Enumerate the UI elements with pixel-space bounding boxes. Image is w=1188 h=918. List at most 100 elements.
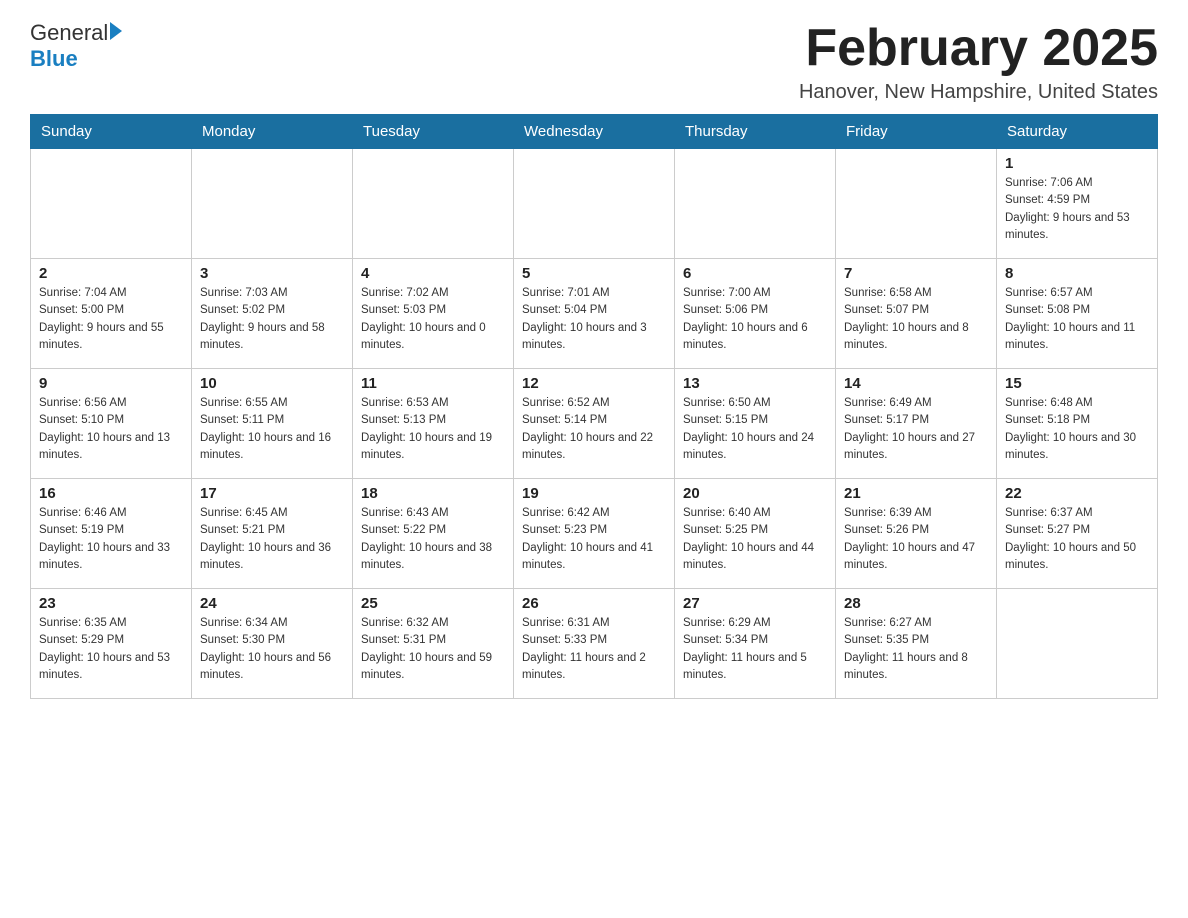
day-of-week-header: Friday bbox=[836, 115, 997, 149]
day-info: Sunrise: 6:56 AM Sunset: 5:10 PM Dayligh… bbox=[39, 395, 183, 464]
page-header: General Blue February 2025 Hanover, New … bbox=[30, 20, 1158, 104]
day-number: 13 bbox=[683, 375, 827, 392]
day-number: 19 bbox=[522, 485, 666, 502]
calendar-week-row: 2 Sunrise: 7:04 AM Sunset: 5:00 PM Daylig… bbox=[31, 259, 1158, 369]
day-number: 8 bbox=[1005, 265, 1149, 282]
calendar-week-row: 16Sunrise: 6:46 AM Sunset: 5:19 PM Dayli… bbox=[31, 479, 1158, 589]
day-info: Sunrise: 6:48 AM Sunset: 5:18 PM Dayligh… bbox=[1005, 395, 1149, 464]
day-number: 25 bbox=[361, 595, 505, 612]
calendar-day-cell: 27 Sunrise: 6:29 AM Sunset: 5:34 PM Dayli… bbox=[675, 589, 836, 699]
day-info: Sunrise: 6:29 AM Sunset: 5:34 PM Dayligh… bbox=[683, 615, 827, 684]
day-info: Sunrise: 6:53 AM Sunset: 5:13 PM Dayligh… bbox=[361, 395, 505, 464]
calendar-day-cell: 14 Sunrise: 6:49 AM Sunset: 5:17 PM Dayli… bbox=[836, 369, 997, 479]
day-info: Sunrise: 7:06 AM Sunset: 4:59 PM Dayligh… bbox=[1005, 175, 1149, 244]
calendar-day-cell bbox=[514, 149, 675, 259]
day-number: 22 bbox=[1005, 485, 1149, 502]
calendar-day-cell bbox=[675, 149, 836, 259]
calendar-day-cell: 7 Sunrise: 6:58 AM Sunset: 5:07 PM Daylig… bbox=[836, 259, 997, 369]
day-info: Sunrise: 6:58 AM Sunset: 5:07 PM Dayligh… bbox=[844, 285, 988, 354]
day-of-week-header: Wednesday bbox=[514, 115, 675, 149]
day-info: Sunrise: 7:02 AM Sunset: 5:03 PM Dayligh… bbox=[361, 285, 505, 354]
calendar-day-cell bbox=[31, 149, 192, 259]
day-number: 3 bbox=[200, 265, 344, 282]
day-number: 23 bbox=[39, 595, 183, 612]
calendar-day-cell: 8 Sunrise: 6:57 AM Sunset: 5:08 PM Daylig… bbox=[997, 259, 1158, 369]
day-info: Sunrise: 6:45 AM Sunset: 5:21 PM Dayligh… bbox=[200, 505, 344, 574]
day-number: 9 bbox=[39, 375, 183, 392]
calendar-week-row: 9 Sunrise: 6:56 AM Sunset: 5:10 PM Daylig… bbox=[31, 369, 1158, 479]
calendar-day-cell bbox=[997, 589, 1158, 699]
day-info: Sunrise: 6:40 AM Sunset: 5:25 PM Dayligh… bbox=[683, 505, 827, 574]
calendar-day-cell: 2 Sunrise: 7:04 AM Sunset: 5:00 PM Daylig… bbox=[31, 259, 192, 369]
day-info: Sunrise: 6:42 AM Sunset: 5:23 PM Dayligh… bbox=[522, 505, 666, 574]
day-info: Sunrise: 6:57 AM Sunset: 5:08 PM Dayligh… bbox=[1005, 285, 1149, 354]
calendar-day-cell: 1 Sunrise: 7:06 AM Sunset: 4:59 PM Daylig… bbox=[997, 149, 1158, 259]
calendar-day-cell: 18Sunrise: 6:43 AM Sunset: 5:22 PM Dayli… bbox=[353, 479, 514, 589]
calendar-day-cell: 19 Sunrise: 6:42 AM Sunset: 5:23 PM Dayli… bbox=[514, 479, 675, 589]
day-number: 10 bbox=[200, 375, 344, 392]
day-info: Sunrise: 6:37 AM Sunset: 5:27 PM Dayligh… bbox=[1005, 505, 1149, 574]
day-number: 26 bbox=[522, 595, 666, 612]
calendar-day-cell: 12 Sunrise: 6:52 AM Sunset: 5:14 PM Dayli… bbox=[514, 369, 675, 479]
day-number: 7 bbox=[844, 265, 988, 282]
day-number: 24 bbox=[200, 595, 344, 612]
page-title: February 2025 bbox=[799, 20, 1158, 77]
day-of-week-header: Tuesday bbox=[353, 115, 514, 149]
calendar-day-cell bbox=[192, 149, 353, 259]
calendar-day-cell: 25 Sunrise: 6:32 AM Sunset: 5:31 PM Dayli… bbox=[353, 589, 514, 699]
calendar-day-cell: 20 Sunrise: 6:40 AM Sunset: 5:25 PM Dayli… bbox=[675, 479, 836, 589]
day-number: 14 bbox=[844, 375, 988, 392]
calendar-day-cell: 17 Sunrise: 6:45 AM Sunset: 5:21 PM Dayli… bbox=[192, 479, 353, 589]
day-of-week-header: Monday bbox=[192, 115, 353, 149]
calendar-table: SundayMondayTuesdayWednesdayThursdayFrid… bbox=[30, 114, 1158, 699]
calendar-day-cell: 24 Sunrise: 6:34 AM Sunset: 5:30 PM Dayli… bbox=[192, 589, 353, 699]
day-number: 12 bbox=[522, 375, 666, 392]
day-number: 1 bbox=[1005, 155, 1149, 172]
day-number: 6 bbox=[683, 265, 827, 282]
calendar-day-cell: 5 Sunrise: 7:01 AM Sunset: 5:04 PM Daylig… bbox=[514, 259, 675, 369]
day-number: 16 bbox=[39, 485, 183, 502]
day-number: 2 bbox=[39, 265, 183, 282]
day-info: Sunrise: 7:03 AM Sunset: 5:02 PM Dayligh… bbox=[200, 285, 344, 354]
day-of-week-header: Sunday bbox=[31, 115, 192, 149]
day-number: 28 bbox=[844, 595, 988, 612]
day-number: 4 bbox=[361, 265, 505, 282]
day-number: 15 bbox=[1005, 375, 1149, 392]
page-subtitle: Hanover, New Hampshire, United States bbox=[799, 81, 1158, 104]
day-info: Sunrise: 7:01 AM Sunset: 5:04 PM Dayligh… bbox=[522, 285, 666, 354]
day-info: Sunrise: 6:32 AM Sunset: 5:31 PM Dayligh… bbox=[361, 615, 505, 684]
day-of-week-header: Thursday bbox=[675, 115, 836, 149]
day-number: 11 bbox=[361, 375, 505, 392]
day-number: 21 bbox=[844, 485, 988, 502]
logo-blue-text: Blue bbox=[30, 46, 78, 72]
day-number: 27 bbox=[683, 595, 827, 612]
logo-general-text: General bbox=[30, 20, 108, 46]
calendar-day-cell: 10Sunrise: 6:55 AM Sunset: 5:11 PM Dayli… bbox=[192, 369, 353, 479]
day-info: Sunrise: 6:34 AM Sunset: 5:30 PM Dayligh… bbox=[200, 615, 344, 684]
calendar-day-cell: 15 Sunrise: 6:48 AM Sunset: 5:18 PM Dayli… bbox=[997, 369, 1158, 479]
day-info: Sunrise: 6:50 AM Sunset: 5:15 PM Dayligh… bbox=[683, 395, 827, 464]
day-number: 17 bbox=[200, 485, 344, 502]
day-number: 5 bbox=[522, 265, 666, 282]
calendar-day-cell: 21 Sunrise: 6:39 AM Sunset: 5:26 PM Dayli… bbox=[836, 479, 997, 589]
logo: General Blue bbox=[30, 20, 122, 72]
calendar-day-cell: 28Sunrise: 6:27 AM Sunset: 5:35 PM Dayli… bbox=[836, 589, 997, 699]
calendar-week-row: 1 Sunrise: 7:06 AM Sunset: 4:59 PM Daylig… bbox=[31, 149, 1158, 259]
calendar-header-row: SundayMondayTuesdayWednesdayThursdayFrid… bbox=[31, 115, 1158, 149]
day-info: Sunrise: 6:39 AM Sunset: 5:26 PM Dayligh… bbox=[844, 505, 988, 574]
logo-arrow-icon bbox=[110, 22, 122, 40]
calendar-week-row: 23Sunrise: 6:35 AM Sunset: 5:29 PM Dayli… bbox=[31, 589, 1158, 699]
day-of-week-header: Saturday bbox=[997, 115, 1158, 149]
day-info: Sunrise: 6:31 AM Sunset: 5:33 PM Dayligh… bbox=[522, 615, 666, 684]
calendar-day-cell: 22 Sunrise: 6:37 AM Sunset: 5:27 PM Dayli… bbox=[997, 479, 1158, 589]
day-number: 20 bbox=[683, 485, 827, 502]
day-info: Sunrise: 6:52 AM Sunset: 5:14 PM Dayligh… bbox=[522, 395, 666, 464]
day-info: Sunrise: 6:49 AM Sunset: 5:17 PM Dayligh… bbox=[844, 395, 988, 464]
calendar-day-cell: 26 Sunrise: 6:31 AM Sunset: 5:33 PM Dayli… bbox=[514, 589, 675, 699]
calendar-day-cell: 16Sunrise: 6:46 AM Sunset: 5:19 PM Dayli… bbox=[31, 479, 192, 589]
day-info: Sunrise: 7:04 AM Sunset: 5:00 PM Dayligh… bbox=[39, 285, 183, 354]
calendar-day-cell: 11 Sunrise: 6:53 AM Sunset: 5:13 PM Dayli… bbox=[353, 369, 514, 479]
calendar-day-cell: 9 Sunrise: 6:56 AM Sunset: 5:10 PM Daylig… bbox=[31, 369, 192, 479]
calendar-day-cell: 3 Sunrise: 7:03 AM Sunset: 5:02 PM Daylig… bbox=[192, 259, 353, 369]
calendar-day-cell bbox=[353, 149, 514, 259]
